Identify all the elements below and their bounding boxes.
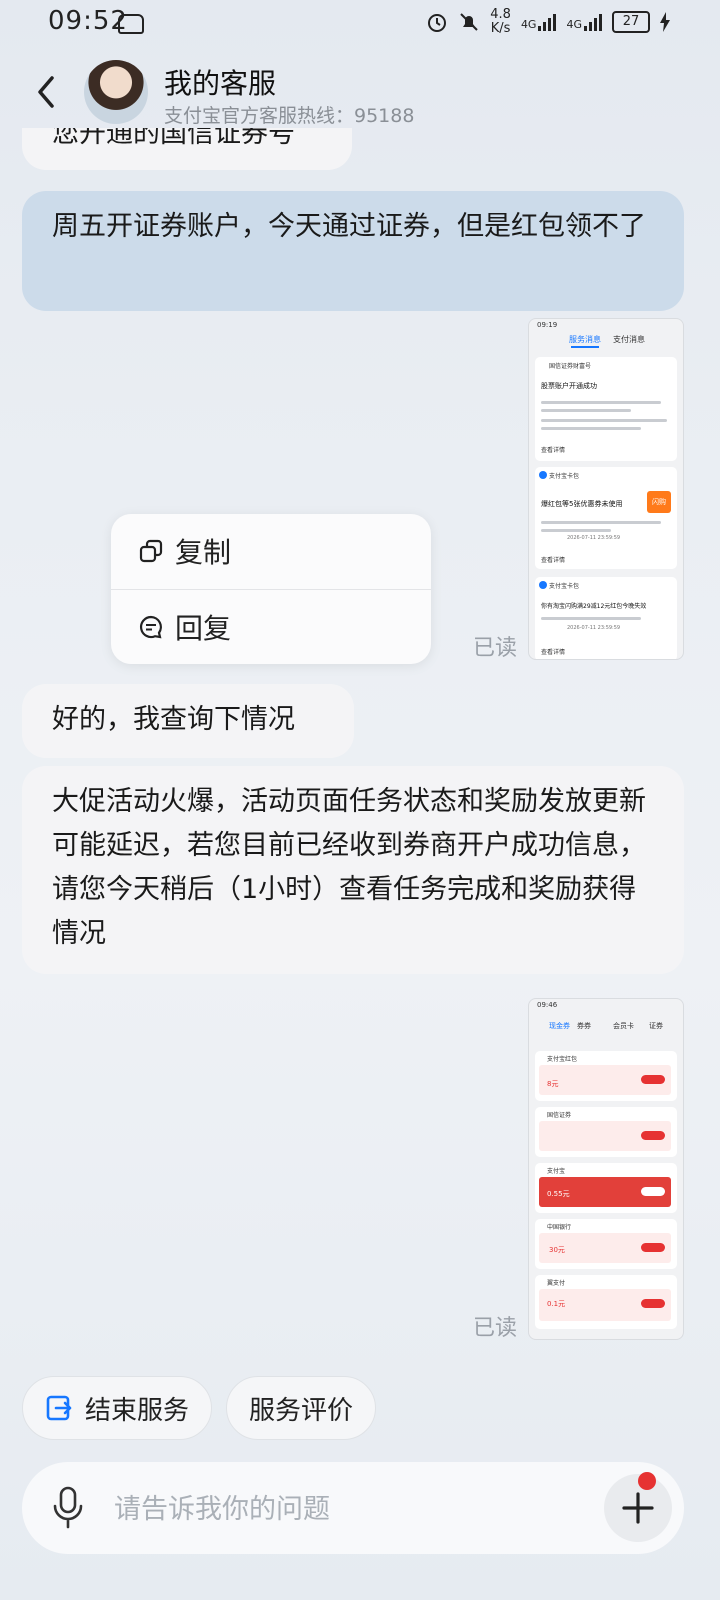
chevron-left-icon	[38, 76, 54, 108]
alarm-icon	[428, 14, 447, 32]
thumb2-row-3: 支付宝 0.55元	[535, 1163, 677, 1213]
thumb2-row-1: 支付宝红包 8元	[535, 1051, 677, 1101]
microphone-icon[interactable]	[50, 1486, 86, 1530]
rate-service-label: 服务评价	[248, 1395, 353, 1426]
read-status-2: 已读	[473, 1316, 518, 1341]
status-icons: 4.8 K/s 4G 4G 27	[426, 8, 670, 36]
clipped-message: 您开通的国信证券号	[22, 128, 352, 170]
agent-message-bubble-2[interactable]: 大促活动火爆，活动页面任务状态和奖励发放更新可能延迟，若您目前已经收到券商开户成…	[22, 766, 684, 974]
thumb2-row3-amount: 0.55元	[547, 1190, 570, 1198]
mute-bell-icon	[460, 13, 478, 31]
thumb2-tab-2: 券券	[577, 1022, 591, 1030]
thumb1-card2-title: 爆红包等5张优惠券未使用	[541, 500, 623, 508]
screenshot-thumbnail-2[interactable]: 09:46 现金券 券券 会员卡 证券 支付宝红包 8元 国信证券 支付宝 0.…	[528, 998, 684, 1340]
signal-2-icon: 4G	[566, 13, 602, 31]
agent-message-2-text: 大促活动火爆，活动页面任务状态和奖励发放更新可能延迟，若您目前已经收到券商开户成…	[52, 786, 646, 949]
network-speed: 4.8 K/s	[490, 8, 511, 36]
reply-label: 回复	[175, 612, 232, 645]
thumb2-row-4: 中国银行 30元	[535, 1219, 677, 1269]
network-speed-value: 4.8	[490, 7, 511, 22]
add-attachment-button[interactable]	[604, 1472, 672, 1542]
thumb2-row5-amount: 0.1元	[547, 1300, 566, 1308]
user-message-text: 周五开证券账户，今天通过证券，但是红包领不了	[52, 211, 646, 242]
copy-icon	[139, 539, 163, 563]
clipped-bubble: 您开通的国信证券号	[22, 128, 352, 170]
thumb1-tab-active: 服务消息	[569, 335, 601, 344]
thumb2-row5-source: 翼支付	[547, 1280, 566, 1287]
thumb1-time: 09:19	[537, 321, 558, 329]
message-input-bar	[22, 1462, 684, 1554]
signal-2-label: 4G	[566, 17, 582, 31]
thumb2-row1-amount: 8元	[547, 1080, 559, 1088]
rate-service-button[interactable]: 服务评价	[226, 1376, 376, 1440]
copy-label: 复制	[175, 536, 232, 569]
thumb2-time: 09:46	[537, 1001, 558, 1009]
thumb1-card2-badge: 闪购	[647, 491, 671, 513]
agent-message-bubble-1[interactable]: 好的，我查询下情况	[22, 684, 354, 758]
thumb2-tab-active: 现金券	[549, 1022, 570, 1030]
reply-icon	[139, 615, 162, 639]
thumb1-card3-source: 支付宝卡包	[549, 583, 580, 590]
thumb2-row1-source: 支付宝红包	[547, 1056, 578, 1063]
thumb1-card-3: 支付宝卡包 你有淘宝闪购满29减12元红包今晚失效 2026-07-11 23:…	[535, 577, 677, 659]
page-title: 我的客服	[164, 67, 277, 100]
message-input[interactable]	[112, 1486, 586, 1532]
copy-menu-item[interactable]: 复制	[111, 514, 431, 588]
thumb1-tab-other: 支付消息	[613, 335, 645, 344]
end-service-button[interactable]: 结束服务	[22, 1376, 212, 1440]
thumb1-card1-title: 股票账户开通成功	[541, 382, 597, 390]
message-context-menu: 复制 回复	[111, 514, 431, 664]
status-time: 09:52	[48, 6, 128, 36]
thumb1-card-2: 支付宝卡包 爆红包等5张优惠券未使用 闪购 2026-07-11 23:59:5…	[535, 467, 677, 569]
clipped-bubble-text: 您开通的国信证券号	[52, 128, 295, 149]
thumb2-row4-amount: 30元	[549, 1246, 565, 1254]
hotline-subtitle: 支付宝官方客服热线：95188	[164, 105, 415, 127]
thumb2-row-2: 国信证券	[535, 1107, 677, 1157]
charging-icon	[660, 12, 670, 32]
thumb1-card-1: 国信证券财富号 股票账户开通成功 查看详情	[535, 357, 677, 461]
agent-message-1-text: 好的，我查询下情况	[52, 704, 295, 735]
thumb1-card2-date: 2026-07-11 23:59:59	[567, 535, 621, 541]
notification-dot	[638, 1472, 656, 1490]
user-message-bubble[interactable]: 周五开证券账户，今天通过证券，但是红包领不了	[22, 191, 684, 311]
agent-avatar[interactable]	[84, 60, 148, 124]
thumb1-card2-link: 查看详情	[541, 557, 566, 564]
end-service-label: 结束服务	[84, 1395, 189, 1426]
reply-menu-item[interactable]: 回复	[111, 590, 431, 664]
screenshot-thumbnail-1[interactable]: 09:19 服务消息 支付消息 国信证券财富号 股票账户开通成功 查看详情 支付…	[528, 318, 684, 660]
thumb1-card3-date: 2026-07-11 23:59:59	[567, 625, 621, 631]
read-status-1: 已读	[473, 636, 518, 661]
thumb2-row2-source: 国信证券	[547, 1112, 572, 1119]
status-app-icon	[118, 14, 144, 34]
thumb1-card1-source: 国信证券财富号	[549, 363, 592, 370]
thumb1-card1-link: 查看详情	[541, 447, 566, 454]
back-button[interactable]	[30, 72, 64, 112]
network-speed-unit: K/s	[490, 21, 511, 36]
signal-1-label: 4G	[520, 17, 537, 31]
signal-1-icon: 4G	[520, 13, 557, 31]
thumb2-row-5: 翼支付 0.1元	[535, 1275, 677, 1329]
thumb2-tab-3: 会员卡	[613, 1022, 634, 1030]
thumb2-row3-source: 支付宝	[547, 1168, 566, 1175]
battery-level: 27	[612, 11, 650, 33]
thumb1-card3-title: 你有淘宝闪购满29减12元红包今晚失效	[541, 603, 647, 610]
thumb2-row4-source: 中国银行	[547, 1224, 572, 1231]
exit-icon	[46, 1395, 72, 1421]
thumb1-card2-source: 支付宝卡包	[549, 473, 580, 480]
thumb1-card3-link: 查看详情	[541, 649, 566, 656]
thumb2-tab-4: 证券	[649, 1022, 663, 1030]
